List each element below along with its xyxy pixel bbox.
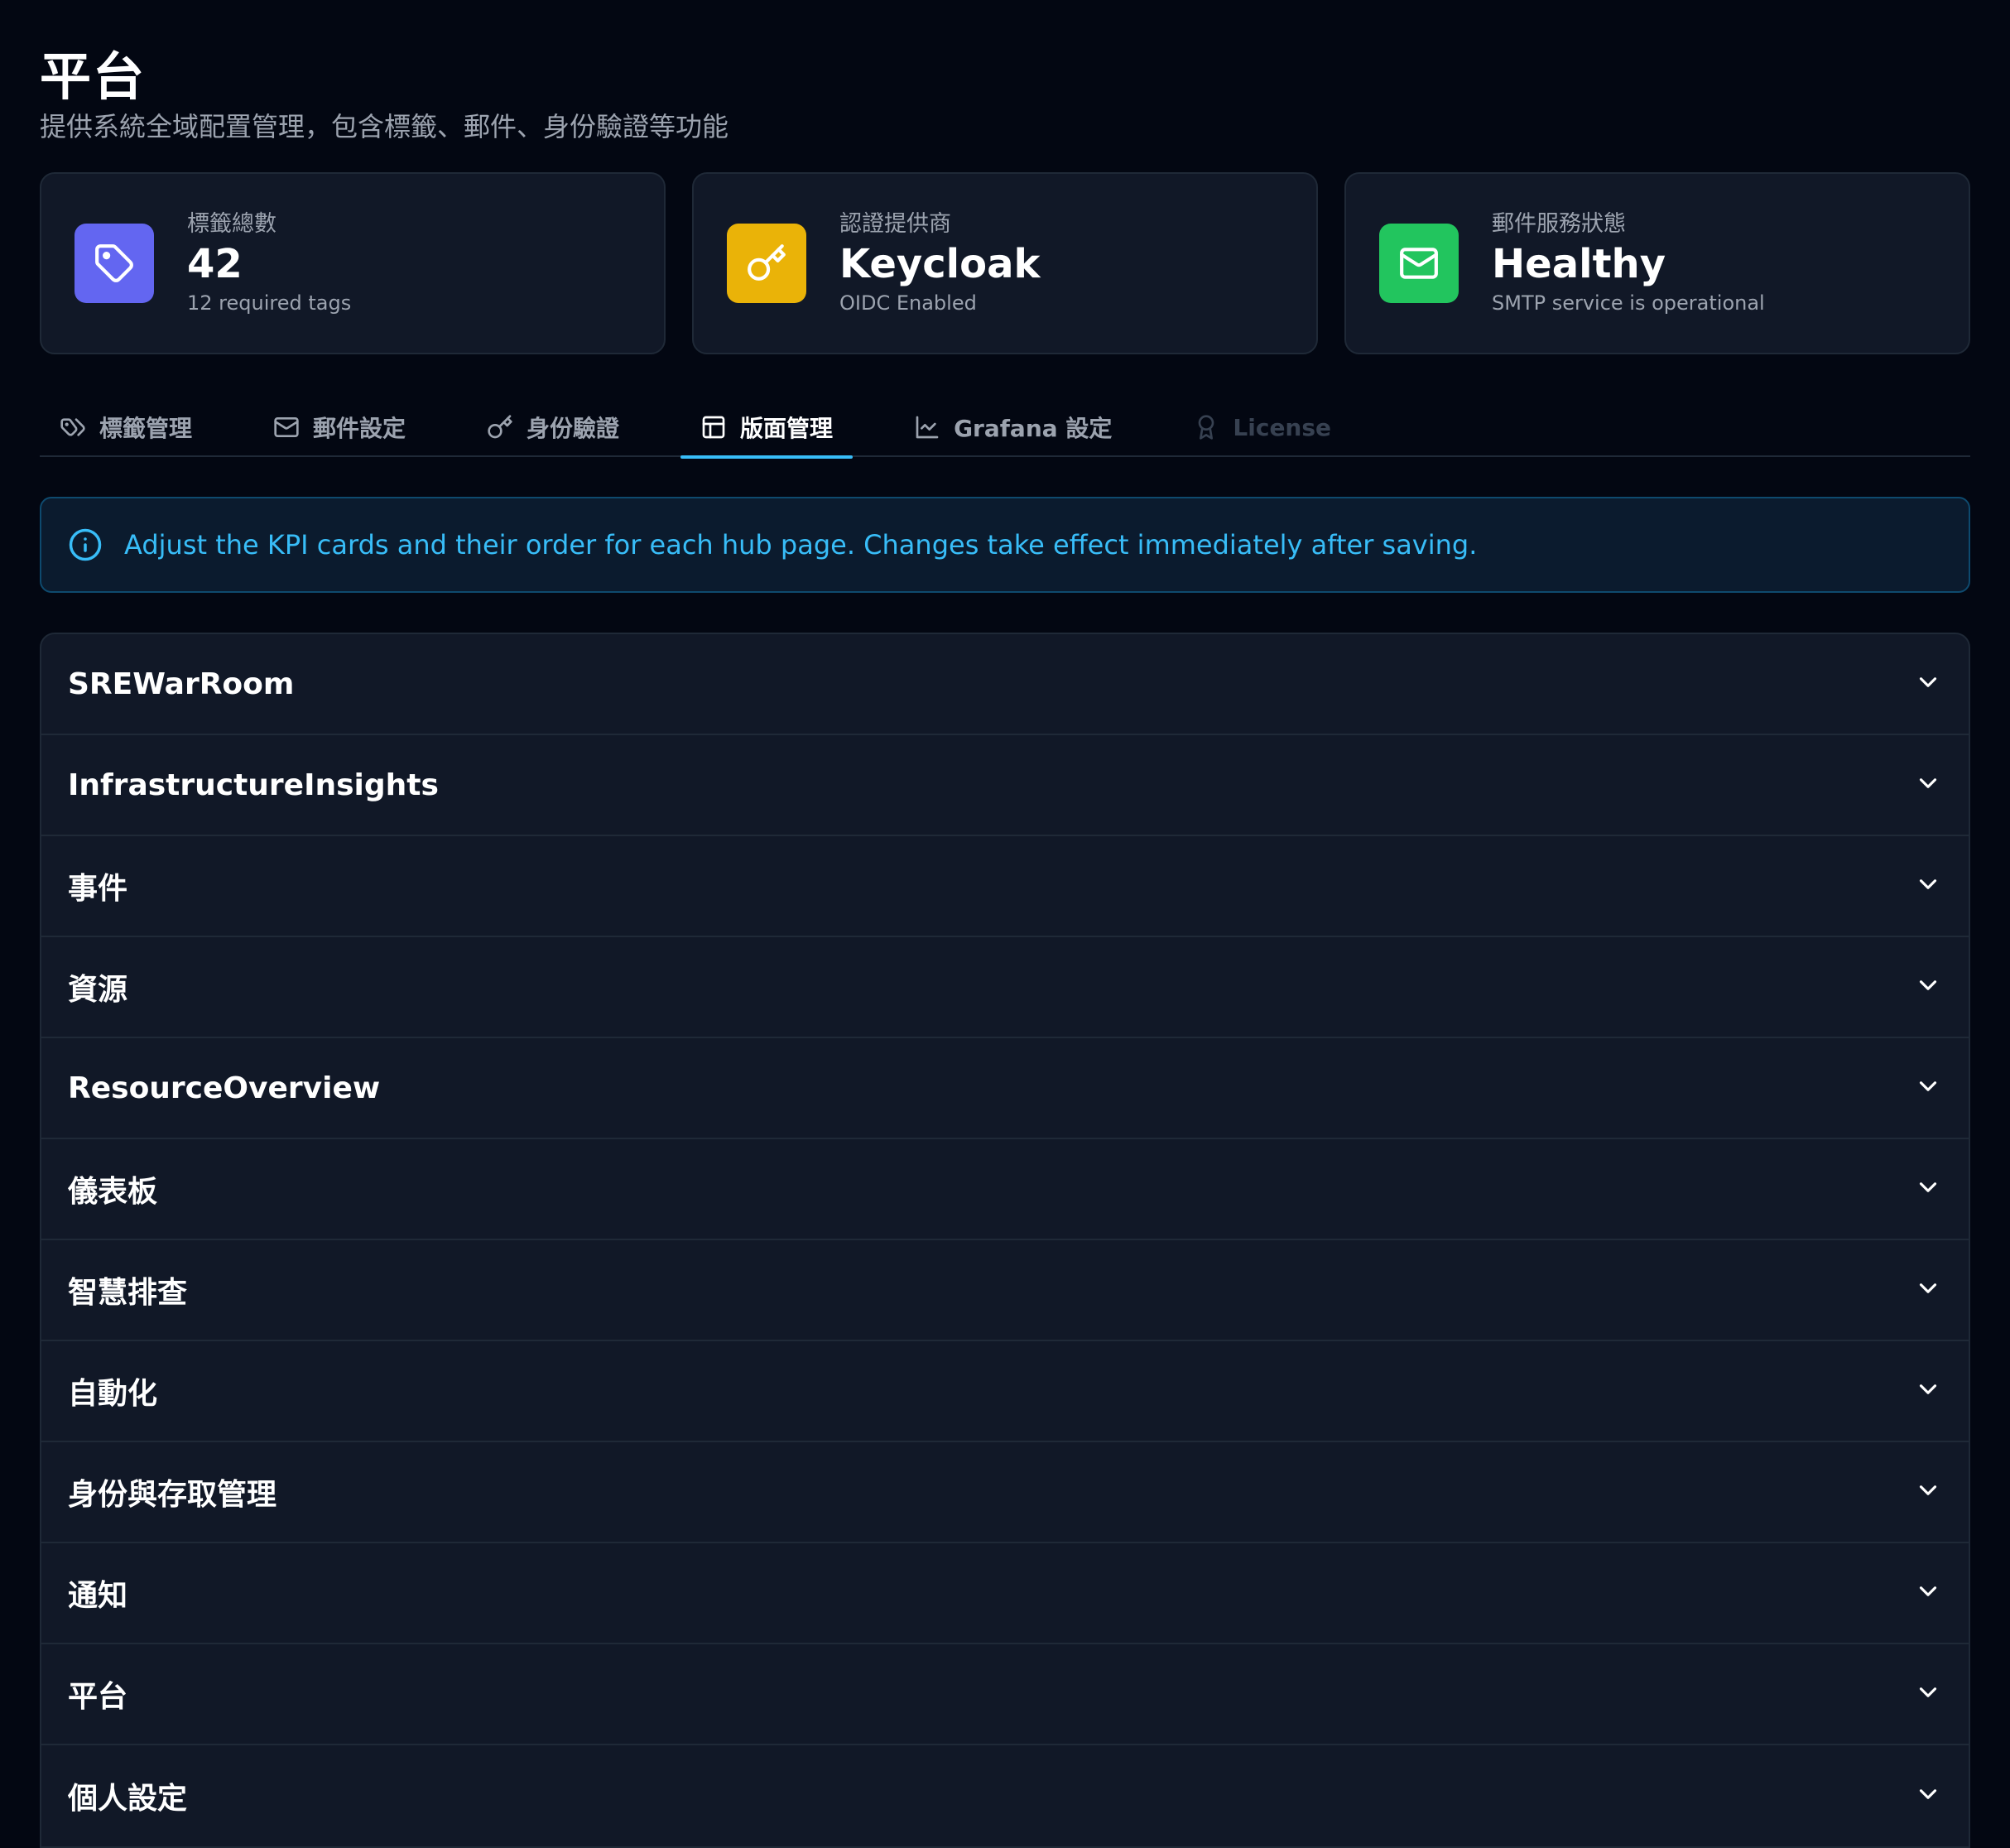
kpi-label: 標籤總數 [187,211,276,237]
accordion-label: 身份與存取管理 [68,1478,277,1512]
platform-page: 平台 提供系統全域配置管理，包含標籤、郵件、身份驗證等功能 標籤總數 42 12… [0,0,2010,1848]
chevron-down-icon[interactable] [1914,1780,1942,1812]
accordion-item[interactable]: 通知 [41,1543,1969,1644]
kpi-value: Keycloak [839,241,1041,287]
settings-tabs: 標籤管理 郵件設定 身份驗證 版面管理 Grafana 設定 License [40,397,1970,459]
accordion-item[interactable]: 身份與存取管理 [41,1442,1969,1543]
accordion-item[interactable]: 自動化 [41,1341,1969,1442]
page-title: 平台 [40,46,147,107]
mail-icon [274,417,299,437]
award-icon [1199,415,1214,440]
chevron-down-icon[interactable] [1914,971,1942,1003]
kpi-row: 標籤總數 42 12 required tags 認證提供商 Keycloak … [40,172,1970,354]
chevron-down-icon[interactable] [1914,1375,1942,1407]
tab-mail-settings[interactable]: 郵件設定 [253,397,426,457]
tab-label: 標籤管理 [99,415,193,442]
accordion-item[interactable]: 儀表板 [41,1139,1969,1240]
kpi-value: 42 [187,241,243,287]
chevron-down-icon[interactable] [1914,769,1942,801]
tab-label: 身份驗證 [527,415,620,442]
accordion-item[interactable]: 智慧排查 [41,1240,1969,1341]
accordion-label: 個人設定 [68,1782,188,1816]
tag-icon [60,418,85,436]
accordion-label: 自動化 [68,1377,158,1411]
key-icon [488,415,512,439]
tab-grafana-settings[interactable]: Grafana 設定 [894,397,1132,457]
kpi-card-mail-status: 郵件服務狀態 Healthy SMTP service is operation… [1344,172,1970,354]
alert-text: Adjust the KPI cards and their order for… [124,529,1478,561]
accordion-label: 儀表板 [68,1175,158,1209]
hub-page-accordion: SREWarRoom InfrastructureInsights 事件 資源 … [40,633,1970,1848]
kpi-label: 郵件服務狀態 [1492,211,1626,237]
key-icon [727,224,806,303]
accordion-item[interactable]: ResourceOverview [41,1038,1969,1139]
kpi-label: 認證提供商 [839,211,951,237]
tab-label: 版面管理 [740,415,834,442]
info-alert: Adjust the KPI cards and their order for… [40,497,1970,593]
kpi-value: Healthy [1492,241,1666,287]
chevron-down-icon[interactable] [1914,1274,1942,1306]
accordion-label: 智慧排查 [68,1276,188,1310]
accordion-item[interactable]: 平台 [41,1644,1969,1745]
accordion-label: InfrastructureInsights [68,768,439,802]
chart-icon [916,416,939,439]
chevron-down-icon[interactable] [1914,1476,1942,1508]
chevron-down-icon[interactable] [1914,1173,1942,1205]
chevron-down-icon[interactable] [1914,1072,1942,1104]
accordion-item[interactable]: 事件 [41,836,1969,937]
chevron-down-icon[interactable] [1914,870,1942,902]
accordion-label: 平台 [68,1680,128,1714]
info-icon [69,528,102,561]
kpi-card-auth-provider: 認證提供商 Keycloak OIDC Enabled [692,172,1318,354]
accordion-label: 通知 [68,1579,128,1613]
chevron-down-icon[interactable] [1914,1678,1942,1710]
chevron-down-icon[interactable] [1914,1577,1942,1609]
accordion-label: SREWarRoom [68,667,295,701]
accordion-label: ResourceOverview [68,1071,381,1105]
accordion-item[interactable]: SREWarRoom [41,634,1969,735]
tab-authentication[interactable]: 身份驗證 [467,397,639,457]
kpi-subtext: OIDC Enabled [839,291,977,315]
accordion-label: 事件 [68,872,128,906]
kpi-card-tags: 標籤總數 42 12 required tags [40,172,666,354]
tab-layout-management[interactable]: 版面管理 [680,397,854,459]
tab-license[interactable]: License [1173,397,1351,457]
tab-tag-management[interactable]: 標籤管理 [40,397,212,457]
chevron-down-icon[interactable] [1914,668,1942,700]
tab-label: License [1233,413,1332,441]
kpi-subtext: SMTP service is operational [1492,291,1765,315]
accordion-label: 資源 [68,973,128,1007]
accordion-item[interactable]: 個人設定 [41,1745,1969,1846]
page-subtitle: 提供系統全域配置管理，包含標籤、郵件、身份驗證等功能 [40,111,729,142]
accordion-item[interactable]: 資源 [41,937,1969,1038]
tag-icon [75,224,154,303]
tab-label: Grafana 設定 [954,415,1113,442]
layout-icon [702,416,725,439]
kpi-subtext: 12 required tags [187,291,352,315]
tab-label: 郵件設定 [313,415,406,442]
mail-icon [1379,224,1459,303]
accordion-item[interactable]: InfrastructureInsights [41,735,1969,836]
